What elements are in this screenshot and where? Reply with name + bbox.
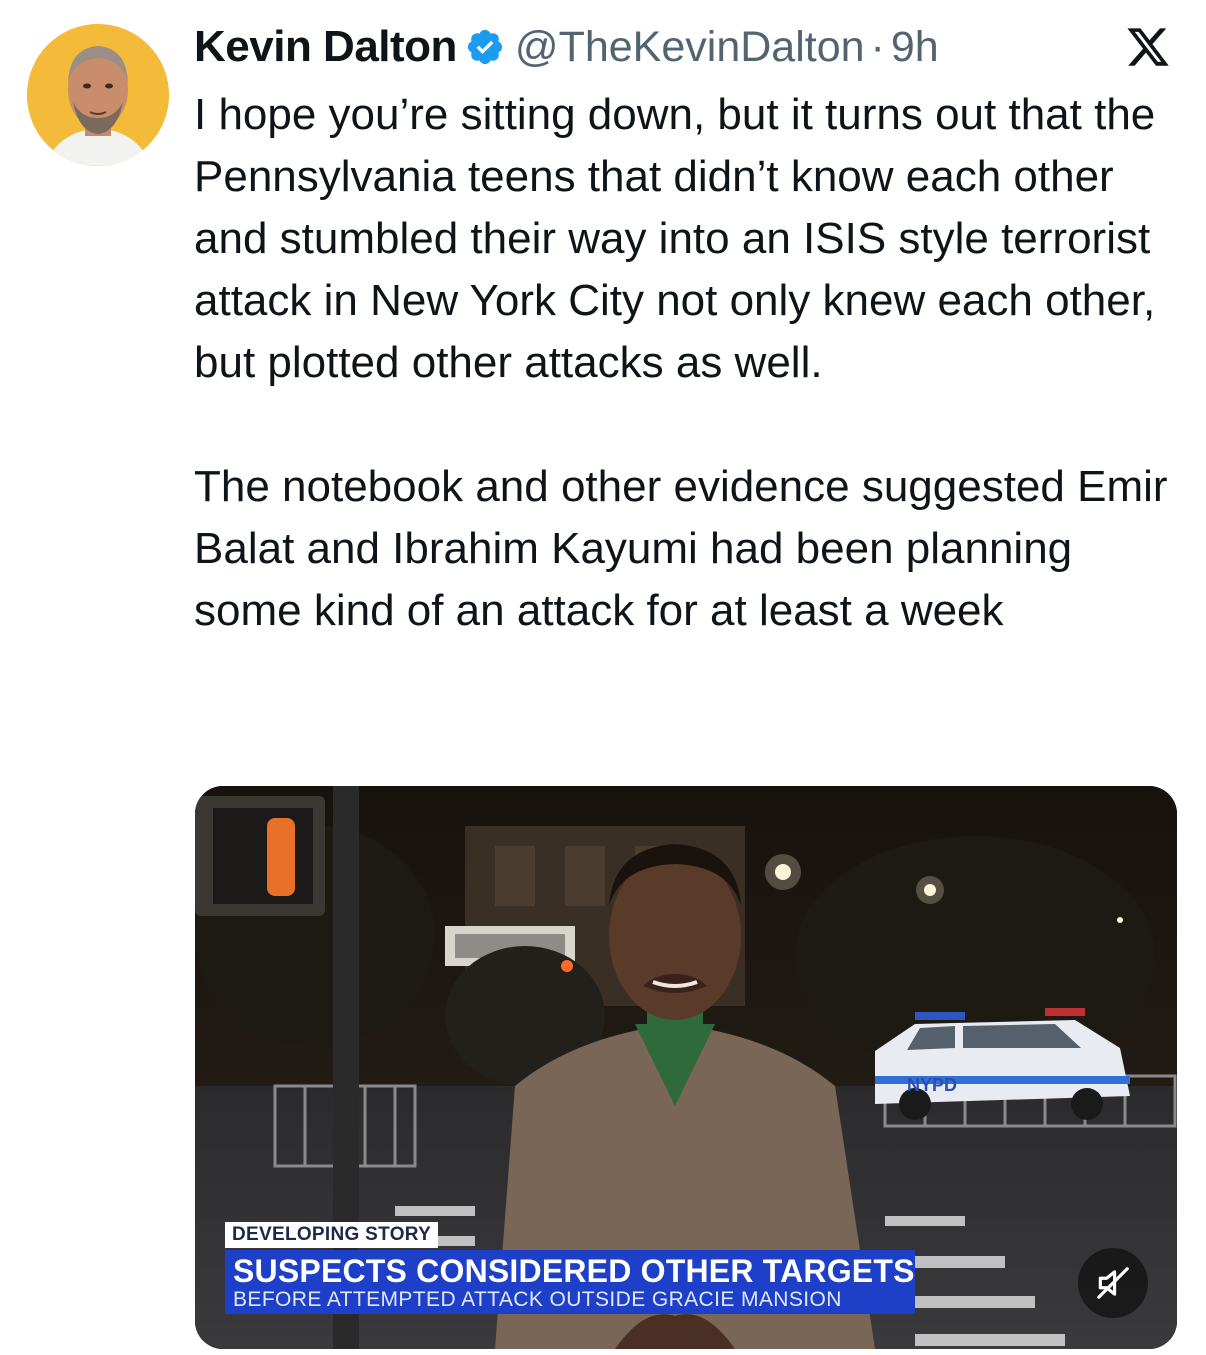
news-headline: SUSPECTS CONSIDERED OTHER TARGETS <box>233 1253 915 1289</box>
vehicle-marking: NYPD <box>907 1075 957 1095</box>
author-name[interactable]: Kevin Dalton <box>194 22 457 72</box>
developing-story-tag: DEVELOPING STORY <box>225 1222 439 1248</box>
author-avatar[interactable] <box>27 24 169 166</box>
post-header: Kevin Dalton @TheKevinDalton · 9h <box>194 22 939 72</box>
post-paragraph-1: I hope you’re sitting down, but it turns… <box>194 90 1156 387</box>
mute-toggle-button[interactable] <box>1078 1248 1148 1318</box>
avatar-portrait <box>27 24 169 166</box>
separator-dot: · <box>870 22 885 71</box>
news-lower-third: DEVELOPING STORY SUSPECTS CONSIDERED OTH… <box>225 1222 915 1314</box>
news-headline-box: SUSPECTS CONSIDERED OTHER TARGETS BEFORE… <box>225 1250 915 1314</box>
x-logo-icon[interactable] <box>1122 24 1174 70</box>
news-subline: BEFORE ATTEMPTED ATTACK OUTSIDE GRACIE M… <box>233 1288 842 1311</box>
speaker-muted-icon <box>1097 1267 1129 1299</box>
post-paragraph-2: The notebook and other evidence suggeste… <box>194 462 1168 635</box>
video-player[interactable]: NYPD DEVELOPING STORY SUSPECTS CONSIDERE… <box>195 786 1177 1349</box>
author-handle[interactable]: @TheKevinDalton <box>515 23 865 72</box>
post-text: I hope you’re sitting down, but it turns… <box>194 84 1184 642</box>
verified-badge-icon[interactable] <box>465 27 505 67</box>
post-timestamp[interactable]: 9h <box>891 23 939 72</box>
